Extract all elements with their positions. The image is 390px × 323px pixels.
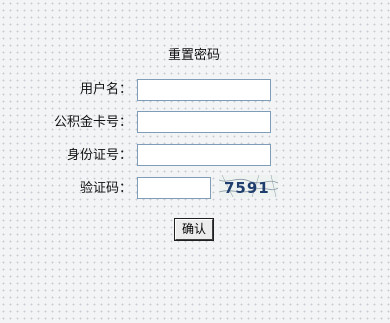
username-label: 用户名：	[79, 82, 132, 97]
fund-card-number-label: 公积金卡号：	[53, 115, 132, 130]
fund-card-number-input[interactable]	[137, 111, 271, 133]
username-input[interactable]	[137, 79, 271, 101]
form-title: 重置密码	[167, 48, 220, 63]
id-number-label: 身份证号：	[66, 148, 132, 163]
captcha-text: 7591	[224, 179, 270, 197]
captcha-label: 验证码：	[79, 181, 132, 196]
confirm-button[interactable]: 确认	[175, 219, 213, 240]
id-number-input[interactable]	[137, 144, 271, 166]
captcha-input[interactable]	[137, 177, 211, 199]
captcha-image[interactable]: 7591	[219, 175, 278, 197]
